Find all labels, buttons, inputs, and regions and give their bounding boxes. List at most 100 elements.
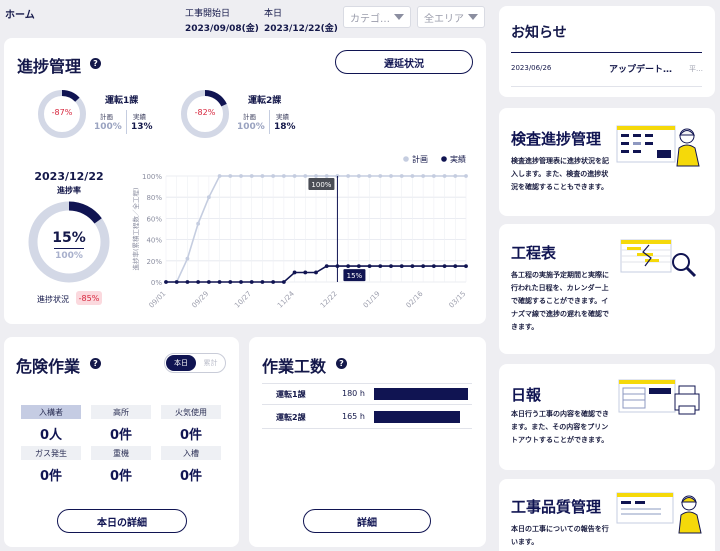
side-card-desc-line: 行われた日程を、カレンダー上 bbox=[511, 284, 609, 292]
series-point-計画 bbox=[303, 174, 308, 178]
series-point-計画 bbox=[324, 174, 329, 178]
hazard-item: 入構者 0人 bbox=[21, 405, 81, 443]
toggle-total[interactable]: 累計 bbox=[196, 355, 225, 371]
side-card-desc: 検査進捗管理表に進捗状況を記 入します。また、検査の進捗状 況を確認することもで… bbox=[511, 155, 609, 194]
series-point-計画 bbox=[260, 174, 265, 178]
x-tick-label: 09/29 bbox=[190, 290, 210, 310]
x-tick-label: 11/24 bbox=[276, 289, 296, 309]
quality-control-card[interactable]: 工事品質管理 本日の工事についての報告を行 います。 bbox=[499, 479, 715, 551]
y-tick-label: 80% bbox=[146, 194, 162, 202]
unit2-ring-label: -82% bbox=[194, 108, 216, 117]
hazard-item-value: 0件 bbox=[179, 469, 203, 484]
side-card-desc: 各工程の実施予定期間と実際に 行われた日程を、カレンダー上 で確認することができ… bbox=[511, 269, 609, 334]
series-point-実績 bbox=[206, 280, 211, 284]
start-date-label: 工事開始日 bbox=[185, 9, 231, 19]
progress-status-badge: -85% bbox=[76, 291, 102, 305]
today-detail-button[interactable]: 本日の詳細 bbox=[57, 509, 187, 533]
y-tick-label: 100% bbox=[142, 173, 162, 181]
unit1-plan-value: 100% bbox=[94, 122, 122, 132]
daily-report-card[interactable]: 日報 本日行う工事の内容を確認でき ます。また、その内容をプリン トアウトするこ… bbox=[499, 364, 715, 470]
unit2-plan-value: 100% bbox=[237, 122, 265, 132]
workhours-card: 作業工数 ? 運転1課 180 h 運転2課 165 h 詳細 bbox=[249, 337, 486, 547]
progress-status-label: 進捗状況 bbox=[37, 295, 69, 304]
side-card-desc-line: います。 bbox=[511, 538, 539, 546]
hazard-item-label: 高所 bbox=[91, 405, 151, 419]
side-card-desc-line: 入します。また、検査の進捗状 bbox=[511, 170, 609, 178]
side-card-title: 検査進捗管理 bbox=[511, 130, 602, 148]
delay-status-button[interactable]: 遅延状況 bbox=[335, 50, 473, 74]
help-icon[interactable]: ? bbox=[336, 358, 347, 369]
category-select[interactable]: カテゴ… bbox=[343, 6, 411, 28]
cursor-actual-label: 15% bbox=[347, 272, 363, 280]
series-point-計画 bbox=[206, 195, 211, 200]
hazard-item: 重機 0件 bbox=[91, 446, 151, 484]
hazard-item: ガス発生 0件 bbox=[21, 446, 81, 484]
series-point-計画 bbox=[410, 174, 415, 178]
unit1-plan-label: 計画 bbox=[100, 113, 113, 121]
unit2-plan-label: 計画 bbox=[243, 113, 256, 121]
workhours-row-hours: 180 h bbox=[342, 389, 365, 398]
unit1-divider bbox=[126, 110, 127, 134]
unit2-actual-value: 18% bbox=[274, 122, 296, 132]
series-point-実績 bbox=[453, 264, 458, 268]
series-point-計画 bbox=[196, 221, 201, 226]
help-icon[interactable]: ? bbox=[90, 358, 101, 369]
hazard-item: 火気使用 0件 bbox=[161, 405, 221, 443]
y-axis-label: 進捗率(累積工程数／全工程) bbox=[131, 187, 140, 270]
hazard-title: 危険作業 bbox=[16, 357, 81, 376]
inspection-illustration bbox=[616, 125, 700, 167]
workhours-detail-button[interactable]: 詳細 bbox=[303, 509, 431, 533]
series-point-計画 bbox=[271, 174, 276, 178]
unit1-actual-value: 13% bbox=[131, 122, 153, 132]
chevron-down-icon bbox=[394, 14, 404, 20]
hazard-item-label: 入構者 bbox=[21, 405, 81, 419]
side-card-desc-line: ナズマ線で進捗の遅れを確認で bbox=[511, 310, 609, 318]
cursor-plan-label: 100% bbox=[311, 181, 331, 189]
series-point-実績 bbox=[324, 264, 329, 268]
hazard-item-value: 0件 bbox=[39, 469, 63, 484]
series-point-実績 bbox=[464, 264, 468, 268]
series-point-実績 bbox=[431, 264, 436, 268]
toggle-today[interactable]: 本日 bbox=[166, 355, 196, 371]
progress-line-chart: 0% 20% 40% 60% 80% 100% 09/01 09/29 10/27 11/24 12… bbox=[131, 154, 468, 310]
overall-plan-value: 100% bbox=[55, 251, 83, 261]
series-point-計画 bbox=[442, 174, 447, 178]
hazard-item-label: 火気使用 bbox=[161, 405, 221, 419]
series-point-計画 bbox=[431, 174, 436, 178]
series-point-実績 bbox=[303, 270, 308, 275]
series-point-実績 bbox=[185, 280, 190, 284]
notice-row-divider bbox=[511, 86, 702, 87]
side-card-desc: 本日行う工事の内容を確認でき ます。また、その内容をプリン トアウトすることがで… bbox=[511, 408, 609, 447]
series-point-計画 bbox=[249, 174, 254, 178]
help-icon[interactable]: ? bbox=[90, 58, 101, 69]
side-card-title: 工程表 bbox=[511, 244, 557, 262]
series-point-計画 bbox=[367, 174, 372, 178]
breadcrumb-home[interactable]: ホーム bbox=[5, 6, 35, 21]
schedule-card[interactable]: 工程表 各工程の実施予定期間と実際に 行われた日程を、カレンダー上 で確認するこ… bbox=[499, 224, 715, 354]
legend-marker bbox=[441, 156, 447, 162]
side-card-desc: 本日の工事についての報告を行 います。 bbox=[511, 523, 609, 549]
series-point-計画 bbox=[314, 174, 318, 178]
y-tick-label: 20% bbox=[146, 258, 162, 266]
series-point-計画 bbox=[185, 256, 190, 261]
schedule-illustration bbox=[620, 239, 697, 278]
hazard-item-label: ガス発生 bbox=[21, 446, 81, 460]
series-point-計画 bbox=[464, 174, 468, 178]
series-point-実績 bbox=[271, 280, 276, 284]
workhours-row-name: 運転2課 bbox=[276, 413, 306, 422]
workhours-row-name: 運転1課 bbox=[276, 390, 306, 399]
side-card-desc-line: 各工程の実施予定期間と実際に bbox=[511, 271, 609, 279]
hazard-item-label: 入槽 bbox=[161, 446, 221, 460]
hazard-item-label: 重機 bbox=[91, 446, 151, 460]
area-select[interactable]: 全エリア bbox=[417, 6, 485, 28]
hazard-item-value: 0件 bbox=[109, 469, 133, 484]
side-card-desc-line: 検査進捗管理表に進捗状況を記 bbox=[511, 157, 609, 165]
notice-item-link[interactable]: アップデート… bbox=[609, 62, 672, 75]
notice-item-extra: 平… bbox=[689, 65, 703, 73]
progress-card: 進捗管理 ? 遅延状況 -87% 運転1課 計画 実績 100% 13% -82… bbox=[4, 38, 486, 324]
y-tick-label: 40% bbox=[146, 237, 162, 245]
unit2-divider bbox=[269, 110, 270, 134]
series-point-実績 bbox=[442, 264, 447, 268]
inspection-progress-card[interactable]: 検査進捗管理 検査進捗管理表に進捗状況を記 入します。また、検査の進捗状 況を確… bbox=[499, 108, 715, 216]
overall-rate-label: 進捗率 bbox=[57, 186, 81, 195]
